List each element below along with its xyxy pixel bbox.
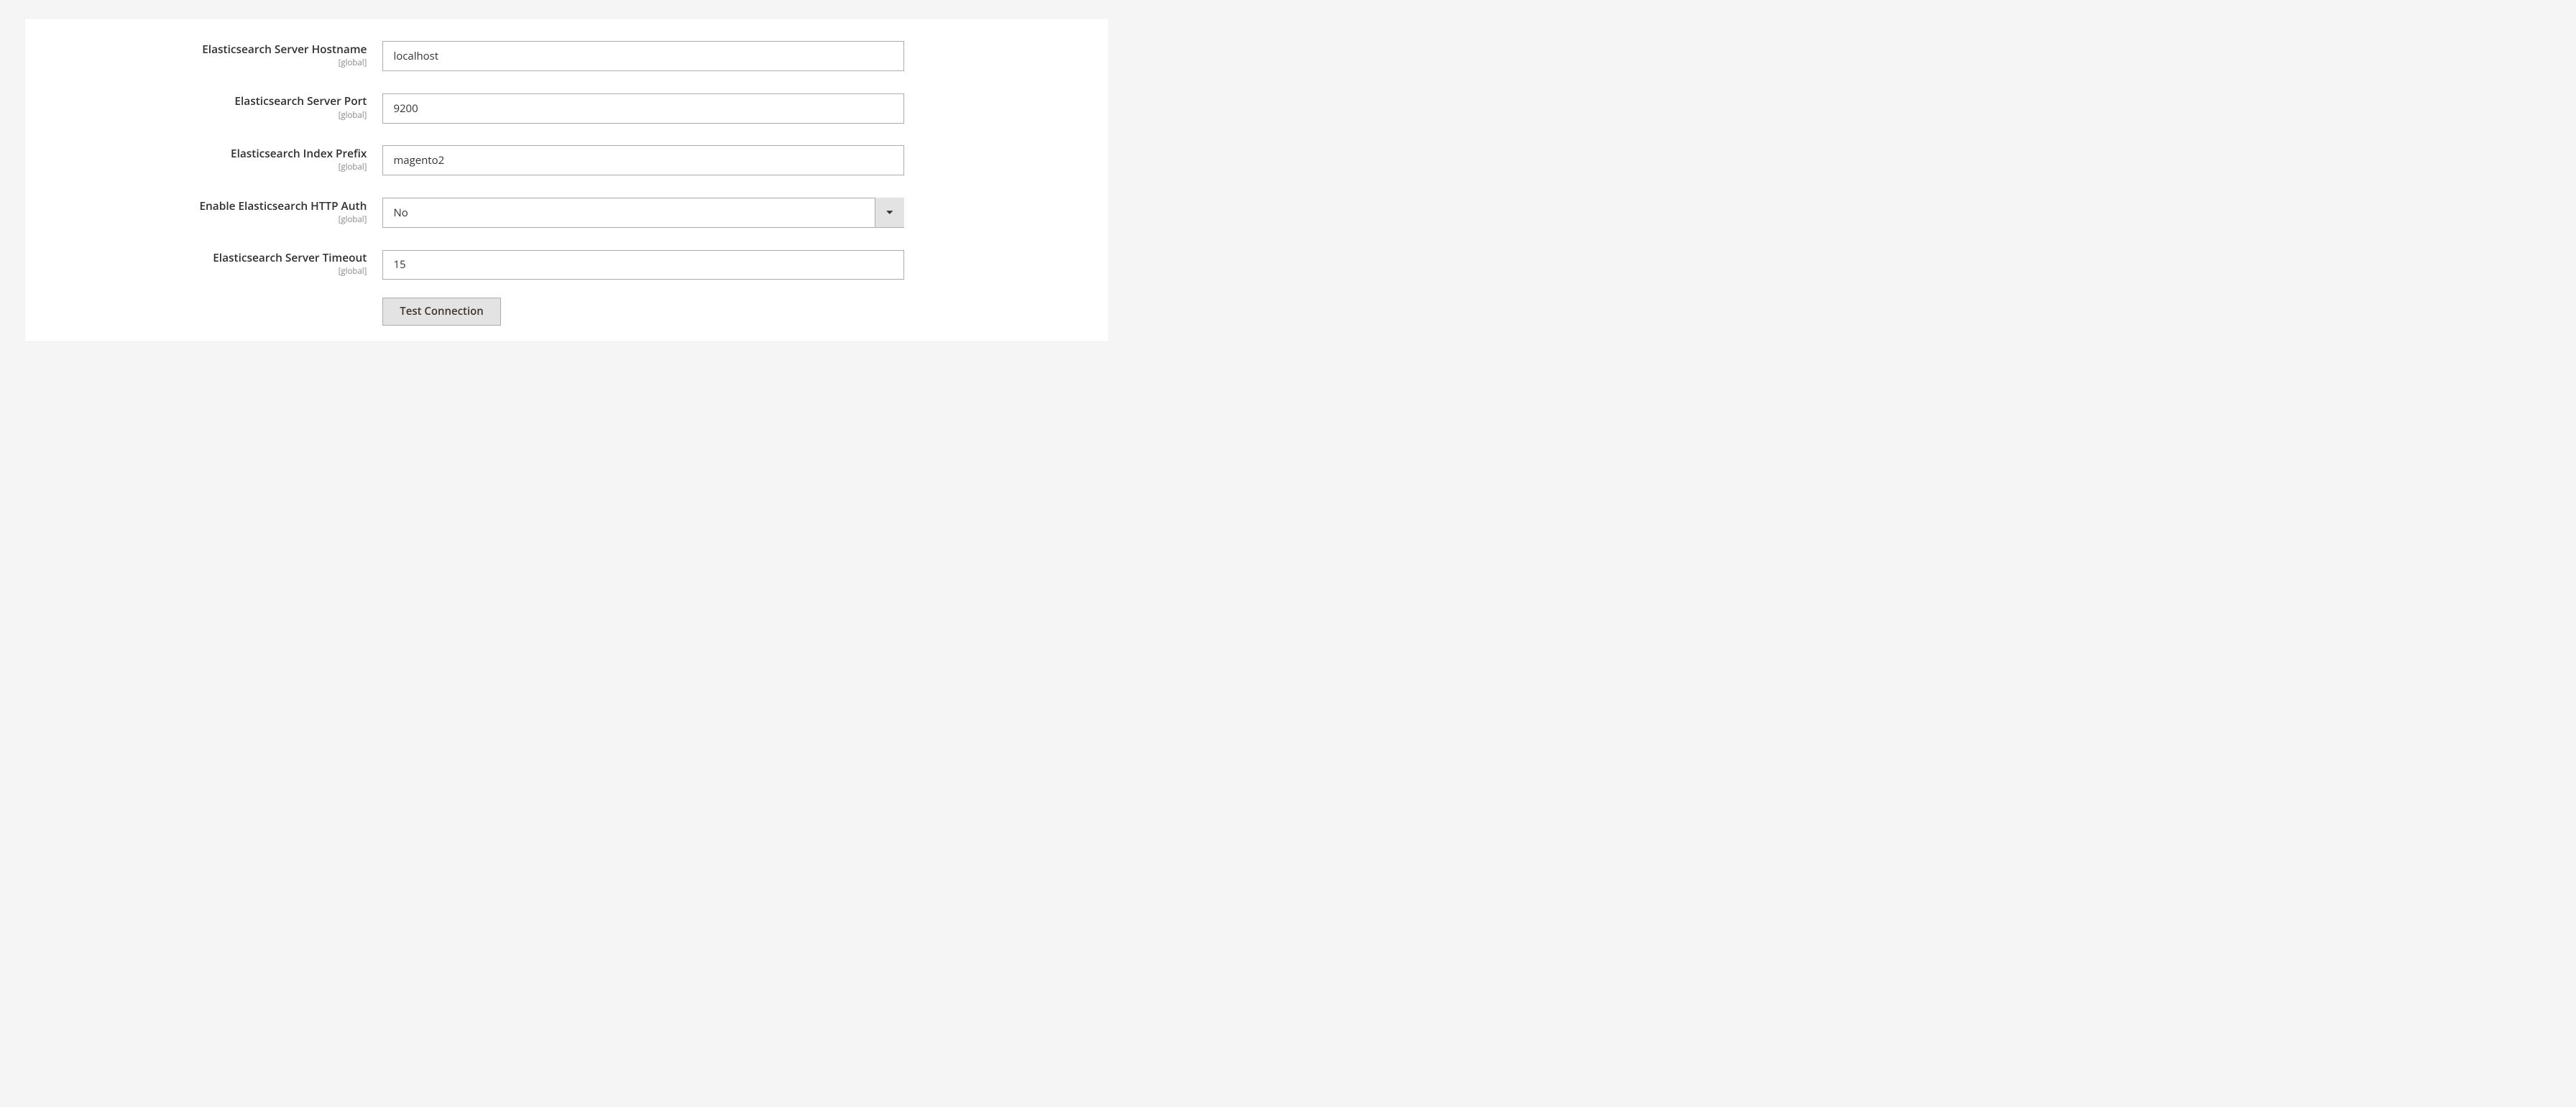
timeout-input[interactable] [382,250,904,280]
port-input[interactable] [382,93,904,124]
label-hostname-text: Elasticsearch Server Hostname [70,43,367,56]
scope-port: [global] [70,110,367,121]
httpauth-select-value: No [382,198,904,228]
action-spacer [70,298,383,326]
scope-prefix: [global] [70,162,367,173]
label-prefix: Elasticsearch Index Prefix [global] [70,145,383,173]
label-httpauth: Enable Elasticsearch HTTP Auth [global] [70,198,383,225]
label-port-text: Elasticsearch Server Port [70,95,367,108]
label-prefix-text: Elasticsearch Index Prefix [70,147,367,160]
field-row-hostname: Elasticsearch Server Hostname [global] [70,41,1064,71]
control-prefix [382,145,904,175]
label-timeout-text: Elasticsearch Server Timeout [70,252,367,265]
field-row-timeout: Elasticsearch Server Timeout [global] [70,250,1064,280]
field-row-port: Elasticsearch Server Port [global] [70,93,1064,124]
control-port [382,93,904,124]
label-port: Elasticsearch Server Port [global] [70,93,383,121]
field-row-httpauth: Enable Elasticsearch HTTP Auth [global] … [70,198,1064,228]
prefix-input[interactable] [382,145,904,175]
test-connection-button[interactable]: Test Connection [382,298,500,326]
config-panel: Elasticsearch Server Hostname [global] E… [25,19,1108,341]
label-hostname: Elasticsearch Server Hostname [global] [70,41,383,68]
scope-hostname: [global] [70,58,367,68]
httpauth-select[interactable]: No [382,198,904,228]
label-timeout: Elasticsearch Server Timeout [global] [70,250,383,277]
field-row-prefix: Elasticsearch Index Prefix [global] [70,145,1064,175]
label-httpauth-text: Enable Elasticsearch HTTP Auth [70,200,367,213]
action-row: Test Connection [70,298,1064,326]
control-hostname [382,41,904,71]
scope-timeout: [global] [70,266,367,277]
control-httpauth: No [382,198,904,228]
hostname-input[interactable] [382,41,904,71]
control-timeout [382,250,904,280]
action-button-wrap: Test Connection [382,298,1064,326]
scope-httpauth: [global] [70,214,367,225]
